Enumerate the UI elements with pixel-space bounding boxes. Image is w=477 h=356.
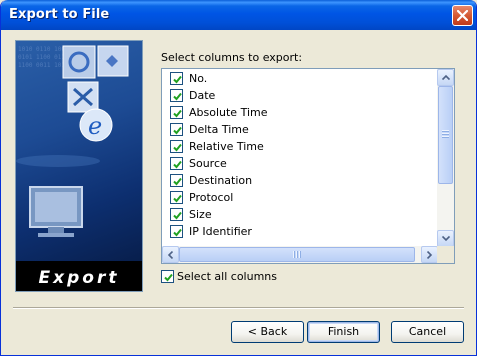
list-item[interactable]: Delta Time xyxy=(170,121,249,138)
list-item[interactable]: Protocol xyxy=(170,189,233,206)
svg-text:1100 0011 1010: 1100 0011 1010 xyxy=(18,62,69,69)
export-dialog: Export to File 1010 0110 1001 0101 1100 … xyxy=(0,0,477,356)
scroll-left-button[interactable] xyxy=(162,246,179,263)
scroll-right-button[interactable] xyxy=(421,246,438,263)
scroll-corner xyxy=(437,246,454,263)
columns-list: No. Date Absolute Time Delta Time Relati… xyxy=(162,69,438,247)
svg-text:0101 1100 0110: 0101 1100 0110 xyxy=(18,54,69,61)
grip-icon xyxy=(293,251,302,258)
column-label: Delta Time xyxy=(189,123,249,136)
column-checkbox[interactable] xyxy=(170,191,183,204)
column-checkbox[interactable] xyxy=(170,106,183,119)
list-item[interactable]: No. xyxy=(170,70,207,87)
column-label: Source xyxy=(189,157,227,170)
column-checkbox[interactable] xyxy=(170,174,183,187)
export-banner-image: 1010 0110 1001 0101 1100 0110 1100 0011 … xyxy=(15,40,143,292)
window-title: Export to File xyxy=(9,7,110,22)
column-checkbox[interactable] xyxy=(170,89,183,102)
vertical-scroll-thumb[interactable] xyxy=(438,86,453,184)
column-label: Absolute Time xyxy=(189,106,268,119)
back-button[interactable]: < Back xyxy=(231,321,304,343)
column-label: Size xyxy=(189,208,212,221)
divider xyxy=(13,307,464,309)
select-all-checkbox[interactable] xyxy=(161,270,174,283)
list-item[interactable]: Size xyxy=(170,206,212,223)
columns-label: Select columns to export: xyxy=(161,51,303,64)
list-item[interactable]: IP Identifier xyxy=(170,223,252,240)
scroll-down-button[interactable] xyxy=(437,230,454,247)
cancel-button[interactable]: Cancel xyxy=(391,321,464,343)
title-bar[interactable]: Export to File xyxy=(1,0,476,30)
banner-caption: Export xyxy=(38,268,120,288)
svg-text:e: e xyxy=(88,112,102,140)
columns-listbox[interactable]: No. Date Absolute Time Delta Time Relati… xyxy=(161,68,455,264)
grip-icon xyxy=(442,130,449,139)
column-label: Relative Time xyxy=(189,140,264,153)
list-item[interactable]: Date xyxy=(170,87,215,104)
column-checkbox[interactable] xyxy=(170,225,183,238)
column-checkbox[interactable] xyxy=(170,123,183,136)
column-checkbox[interactable] xyxy=(170,72,183,85)
column-label: No. xyxy=(189,72,208,85)
column-label: Destination xyxy=(189,174,253,187)
column-checkbox[interactable] xyxy=(170,157,183,170)
list-item[interactable]: Source xyxy=(170,155,227,172)
close-button[interactable] xyxy=(452,5,473,26)
select-all-option[interactable]: Select all columns xyxy=(161,270,277,283)
column-checkbox[interactable] xyxy=(170,140,183,153)
list-item[interactable]: Relative Time xyxy=(170,138,264,155)
column-label: IP Identifier xyxy=(189,225,252,238)
finish-button[interactable]: Finish xyxy=(307,321,380,343)
horizontal-scroll-thumb[interactable] xyxy=(179,247,415,262)
column-label: Protocol xyxy=(189,191,234,204)
list-item[interactable]: Absolute Time xyxy=(170,104,268,121)
column-label: Date xyxy=(189,89,216,102)
svg-text:1010 0110 1001: 1010 0110 1001 xyxy=(18,46,69,53)
horizontal-scrollbar[interactable] xyxy=(162,246,438,263)
vertical-scrollbar[interactable] xyxy=(437,69,454,247)
scroll-up-button[interactable] xyxy=(437,69,454,86)
select-all-label: Select all columns xyxy=(177,270,278,283)
column-checkbox[interactable] xyxy=(170,208,183,221)
list-item[interactable]: Destination xyxy=(170,172,252,189)
